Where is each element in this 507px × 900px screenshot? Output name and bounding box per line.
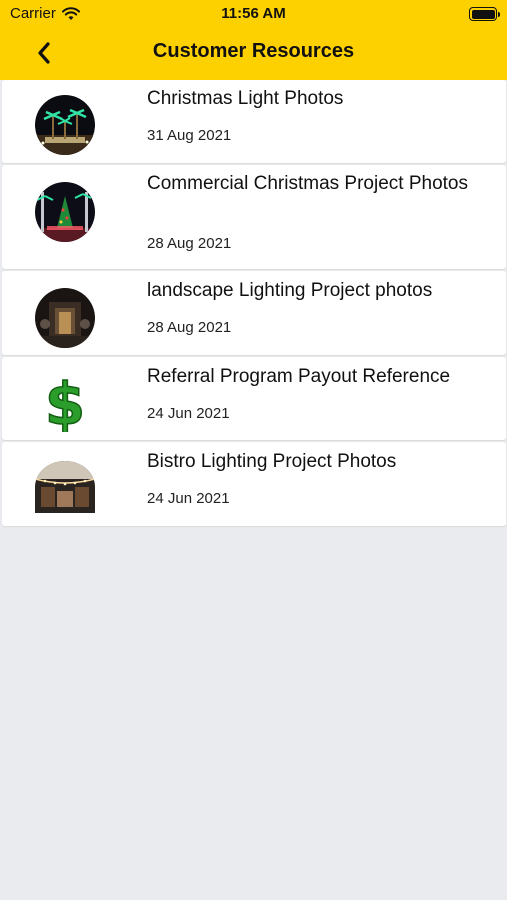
- dollar-sign-icon: $: [35, 369, 95, 439]
- navigation-bar: Customer Resources: [0, 30, 507, 76]
- status-time: 11:56 AM: [221, 5, 286, 22]
- resource-title: Bistro Lighting Project Photos: [147, 451, 397, 472]
- resource-row[interactable]: landscape Lighting Project photos 28 Aug…: [2, 271, 506, 355]
- resource-date: 31 Aug 2021: [147, 127, 232, 144]
- resource-row[interactable]: $ Referral Program Payout Reference 24 J…: [2, 357, 506, 440]
- page-title: Customer Resources: [152, 40, 355, 62]
- header-bar: Carrier 11:56 AM Customer Resources: [0, 0, 507, 80]
- christmas-tree-plaza-photo: [35, 182, 95, 242]
- bistro-lights-photo: [35, 461, 95, 513]
- battery-icon: [469, 7, 500, 21]
- resource-date: 28 Aug 2021: [147, 319, 232, 336]
- christmas-palms-photo: [35, 95, 95, 155]
- resource-row[interactable]: Bistro Lighting Project Photos 24 Jun 20…: [2, 442, 506, 526]
- resource-title: Referral Program Payout Reference: [147, 366, 451, 387]
- resource-row[interactable]: Commercial Christmas Project Photos 28 A…: [2, 165, 506, 269]
- resource-row[interactable]: Christmas Light Photos 31 Aug 2021: [2, 80, 506, 163]
- resource-date: 24 Jun 2021: [147, 490, 230, 507]
- resource-title: Commercial Christmas Project Photos: [147, 173, 468, 194]
- status-bar: Carrier 11:56 AM: [0, 0, 507, 28]
- resource-date: 28 Aug 2021: [147, 235, 232, 252]
- svg-text:$: $: [45, 372, 85, 432]
- resource-title: Christmas Light Photos: [147, 88, 344, 109]
- landscape-lighting-photo: [35, 288, 95, 348]
- resource-date: 24 Jun 2021: [147, 405, 230, 422]
- resource-title: landscape Lighting Project photos: [147, 280, 433, 301]
